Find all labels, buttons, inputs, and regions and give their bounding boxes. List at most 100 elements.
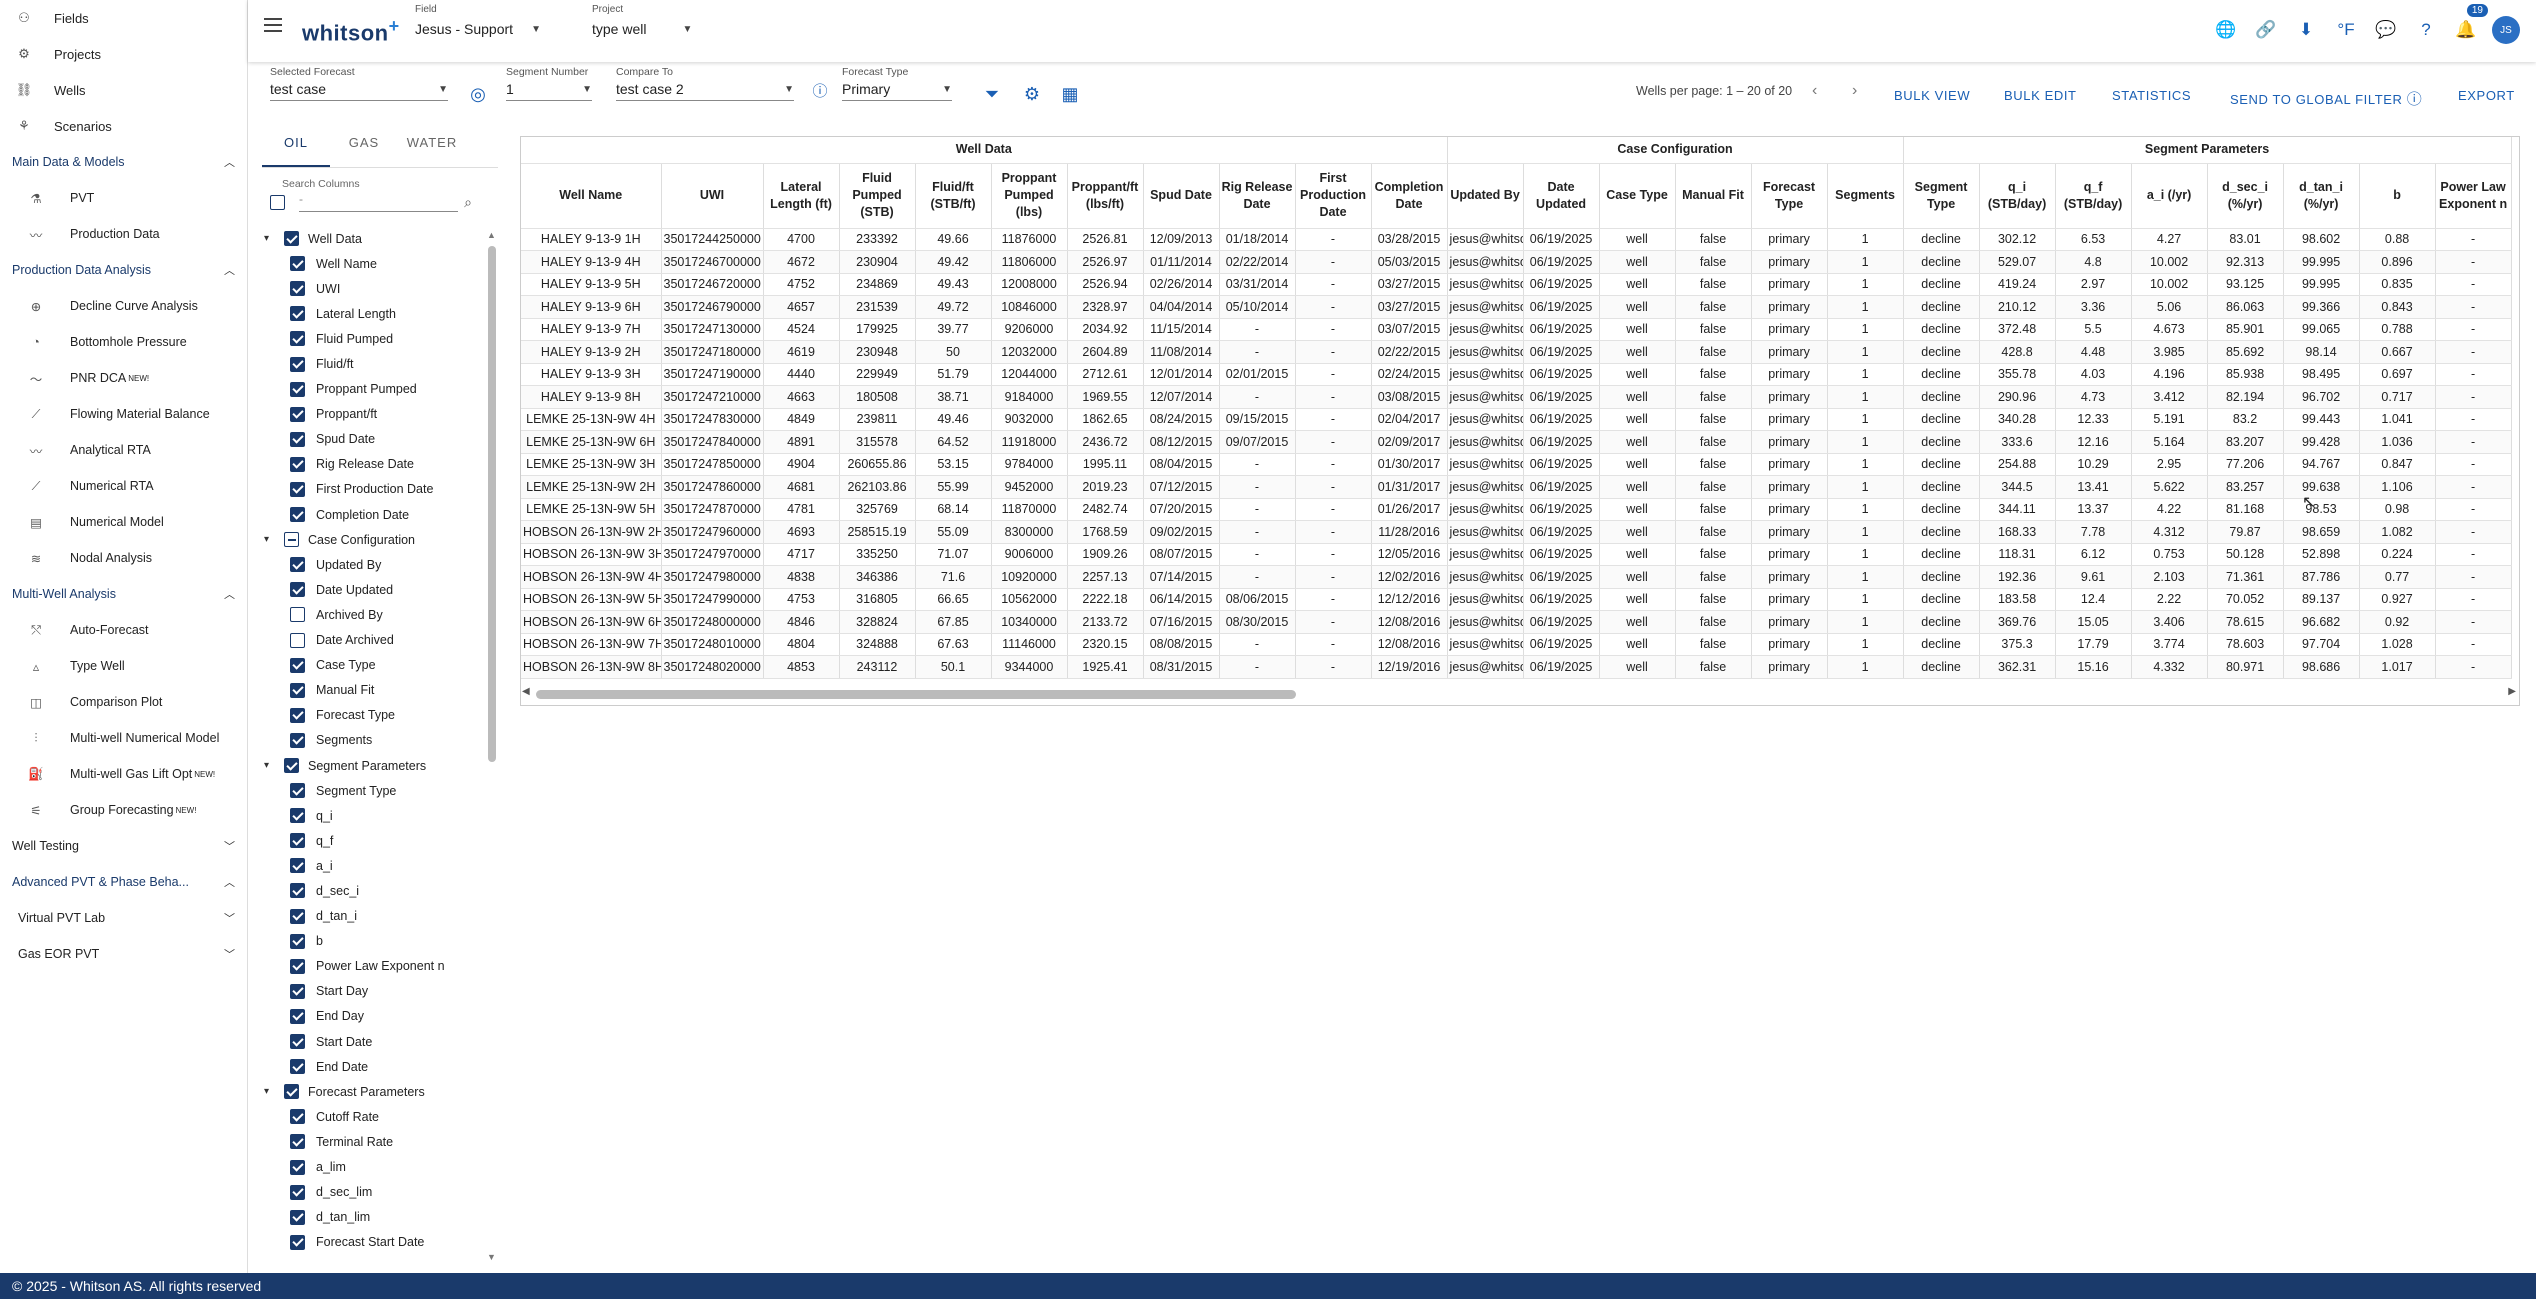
column-header[interactable]: Case Type — [1599, 163, 1676, 229]
table-cell[interactable]: false — [1675, 633, 1752, 656]
table-cell[interactable]: false — [1675, 250, 1752, 274]
table-cell[interactable]: 35017247840000 — [661, 430, 764, 454]
group-checkbox[interactable] — [284, 1084, 299, 1100]
table-cell[interactable]: 2320.15 — [1067, 633, 1144, 656]
table-cell[interactable]: - — [2435, 498, 2512, 521]
table-cell[interactable]: 258515.19 — [839, 520, 916, 544]
table-cell[interactable]: 1 — [1827, 610, 1904, 634]
column-option[interactable]: Rig Release Date — [262, 452, 484, 477]
column-header[interactable]: Manual Fit — [1675, 163, 1752, 229]
group-checkbox[interactable] — [284, 231, 299, 247]
table-cell[interactable]: LEMKE 25-13N-9W 3H — [521, 453, 662, 476]
table-cell[interactable]: 4717 — [763, 543, 840, 566]
table-row[interactable]: HALEY 9-13-9 3H 35017247190000 4440 229949 5… — [521, 363, 2512, 386]
table-cell[interactable]: jesus@whitson — [1447, 250, 1524, 274]
gear-icon[interactable]: ⚙ — [1020, 82, 1044, 106]
column-group-well-data[interactable]: ▾ Well Data — [262, 226, 484, 251]
table-cell[interactable]: decline — [1903, 340, 1980, 364]
table-cell[interactable]: false — [1675, 655, 1752, 679]
table-cell[interactable]: well — [1599, 430, 1676, 454]
table-cell[interactable]: 1.082 — [2359, 520, 2436, 544]
table-cell[interactable]: 96.702 — [2283, 385, 2360, 409]
table-cell[interactable]: 85.692 — [2207, 340, 2284, 364]
table-cell[interactable]: 01/11/2014 — [1143, 250, 1220, 274]
search-icon[interactable]: ⌕ — [464, 194, 472, 211]
table-cell[interactable]: decline — [1903, 655, 1980, 679]
table-cell[interactable]: false — [1675, 588, 1752, 611]
column-option[interactable]: Start Date — [262, 1029, 484, 1054]
column-header[interactable]: Rig Release Date — [1219, 163, 1296, 229]
table-cell[interactable]: - — [2435, 633, 2512, 656]
table-cell[interactable]: - — [1219, 498, 1296, 521]
table-cell[interactable]: 11806000 — [991, 250, 1068, 274]
table-cell[interactable]: - — [2435, 228, 2512, 251]
column-checkbox[interactable] — [290, 707, 305, 723]
table-cell[interactable]: 2712.61 — [1067, 363, 1144, 386]
table-cell[interactable]: - — [2435, 520, 2512, 544]
table-cell[interactable]: - — [2435, 273, 2512, 296]
column-checkbox[interactable] — [290, 732, 305, 748]
table-cell[interactable]: 12044000 — [991, 363, 1068, 386]
table-cell[interactable]: 97.704 — [2283, 633, 2360, 656]
table-cell[interactable]: decline — [1903, 385, 1980, 409]
filter-icon[interactable]: ⏷ — [980, 82, 1004, 106]
table-cell[interactable]: 12008000 — [991, 273, 1068, 296]
table-cell[interactable]: 12/05/2016 — [1371, 543, 1448, 566]
table-cell[interactable]: 1 — [1827, 655, 1904, 679]
table-cell[interactable]: jesus@whitson — [1447, 295, 1524, 319]
table-cell[interactable]: 35017248020000 — [661, 655, 764, 679]
column-option[interactable]: Case Type — [262, 653, 484, 678]
column-checkbox[interactable] — [290, 833, 305, 849]
table-cell[interactable]: 290.96 — [1979, 385, 2056, 409]
table-cell[interactable]: 35017248000000 — [661, 610, 764, 634]
table-cell[interactable]: 0.92 — [2359, 610, 2436, 634]
column-header[interactable]: Proppant Pumped (lbs) — [991, 163, 1068, 229]
table-cell[interactable]: - — [1219, 318, 1296, 341]
table-cell[interactable]: 234869 — [839, 273, 916, 296]
column-group-segment-parameters[interactable]: ▾ Segment Parameters — [262, 753, 484, 778]
table-cell[interactable]: HALEY 9-13-9 7H — [521, 318, 662, 341]
table-cell[interactable]: 1 — [1827, 318, 1904, 341]
column-option[interactable]: a_lim — [262, 1154, 484, 1179]
table-cell[interactable]: - — [1295, 543, 1372, 566]
table-cell[interactable]: - — [2435, 588, 2512, 611]
table-cell[interactable]: 51.79 — [915, 363, 992, 386]
table-cell[interactable]: - — [1295, 498, 1372, 521]
table-cell[interactable]: well — [1599, 250, 1676, 274]
table-cell[interactable]: 4.73 — [2055, 385, 2132, 409]
table-cell[interactable]: 38.71 — [915, 385, 992, 409]
sidebar-item-bottomhole-pressure[interactable]: ◔ Bottomhole Pressure — [0, 324, 247, 360]
table-cell[interactable]: 11918000 — [991, 430, 1068, 454]
table-cell[interactable]: 230948 — [839, 340, 916, 364]
table-cell[interactable]: jesus@whitson — [1447, 475, 1524, 499]
table-cell[interactable]: 316805 — [839, 588, 916, 611]
table-cell[interactable]: 233392 — [839, 228, 916, 251]
table-cell[interactable]: 1 — [1827, 633, 1904, 656]
table-cell[interactable]: 2436.72 — [1067, 430, 1144, 454]
table-cell[interactable]: 35017246790000 — [661, 295, 764, 319]
table-cell[interactable]: 335250 — [839, 543, 916, 566]
column-checkbox[interactable] — [290, 456, 305, 472]
table-cell[interactable]: 344.5 — [1979, 475, 2056, 499]
table-cell[interactable]: 03/28/2015 — [1371, 228, 1448, 251]
sidebar-item-projects[interactable]: ⚙ Projects — [0, 36, 247, 72]
table-cell[interactable]: 1 — [1827, 228, 1904, 251]
table-cell[interactable]: decline — [1903, 408, 1980, 431]
table-cell[interactable]: 1 — [1827, 295, 1904, 319]
column-checkbox[interactable] — [290, 1209, 305, 1225]
table-cell[interactable]: 12/09/2013 — [1143, 228, 1220, 251]
column-header[interactable]: Completion Date — [1371, 163, 1448, 229]
table-cell[interactable]: - — [2435, 610, 2512, 634]
table-cell[interactable]: false — [1675, 228, 1752, 251]
table-cell[interactable]: 4.03 — [2055, 363, 2132, 386]
sidebar-item-multi-well-gas-lift-opt[interactable]: ⛽ Multi-well Gas Lift Opt NEW! — [0, 756, 247, 792]
table-cell[interactable]: 0.697 — [2359, 363, 2436, 386]
table-cell[interactable]: 10846000 — [991, 295, 1068, 319]
table-cell[interactable]: 35017247180000 — [661, 340, 764, 364]
table-cell[interactable]: 03/27/2015 — [1371, 273, 1448, 296]
table-cell[interactable]: 1 — [1827, 273, 1904, 296]
table-cell[interactable]: 02/22/2015 — [1371, 340, 1448, 364]
table-cell[interactable]: jesus@whitson — [1447, 273, 1524, 296]
help-icon[interactable]: ⓘ — [2407, 91, 2423, 108]
table-cell[interactable]: 4891 — [763, 430, 840, 454]
